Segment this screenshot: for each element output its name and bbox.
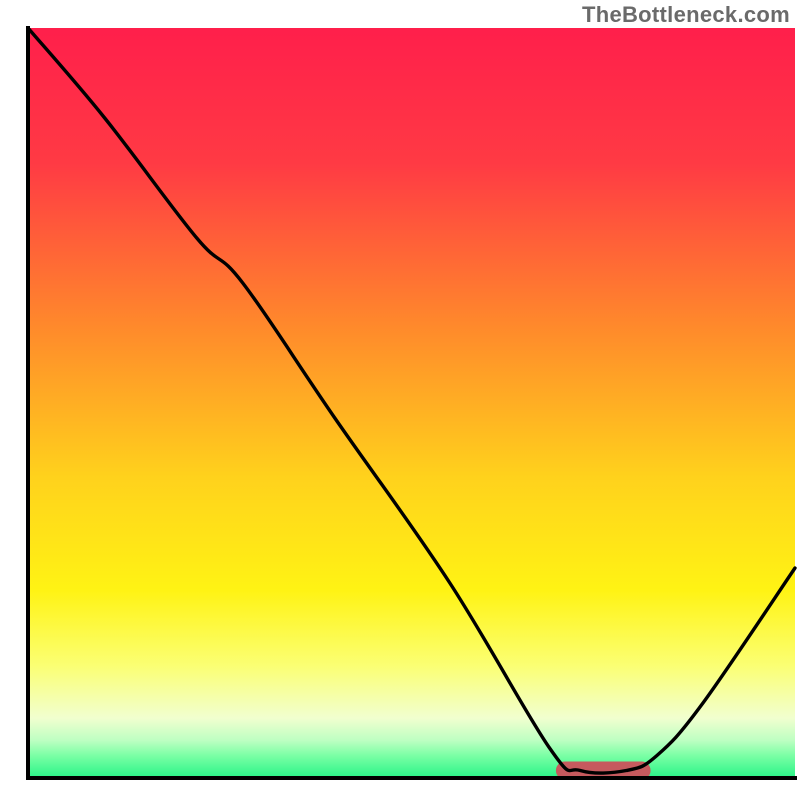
gradient-background bbox=[28, 28, 795, 778]
watermark-text: TheBottleneck.com bbox=[582, 2, 790, 28]
bottleneck-chart bbox=[0, 0, 800, 800]
chart-frame: TheBottleneck.com bbox=[0, 0, 800, 800]
